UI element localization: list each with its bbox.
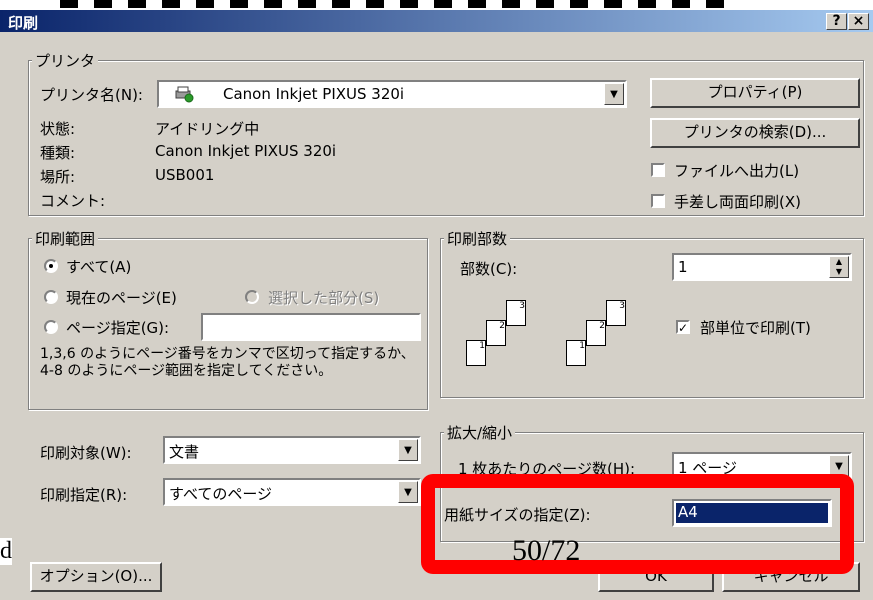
copies-count-value: 1 [678, 258, 688, 276]
print-what-value: 文書 [169, 443, 200, 461]
options-button[interactable]: オプション(O)... [30, 562, 162, 592]
page-icon: 2 [586, 320, 606, 346]
range-all-radio[interactable] [44, 259, 58, 273]
copies-group-label: 印刷部数 [444, 228, 511, 249]
page-icon: 1 [566, 340, 586, 366]
chevron-down-icon[interactable]: ▼ [398, 439, 418, 461]
range-selection-radio[interactable] [245, 290, 259, 304]
range-all-label: すべて(A) [66, 258, 132, 276]
find-printer-button[interactable]: プリンタの検索(D)... [650, 118, 860, 148]
chevron-down-icon[interactable]: ▼ [398, 481, 418, 503]
manual-duplex-label: 手差し両面印刷(X) [674, 193, 801, 211]
page-icon: 3 [506, 300, 526, 326]
copies-count-label: 部数(C): [460, 260, 518, 278]
collate-stack-1: 3 2 1 [466, 300, 536, 380]
zoom-group-label: 拡大/縮小 [444, 422, 516, 443]
printer-icon [173, 85, 195, 103]
collate-checkbox[interactable]: ✓ [676, 320, 690, 334]
comment-label: コメント: [40, 192, 106, 210]
status-label: 状態: [40, 120, 76, 138]
range-hint: 1,3,6 のようにページ番号をカンマで区切って指定するか、4-8 のようにペー… [40, 346, 415, 379]
print-spec-value: すべてのページ [169, 485, 273, 503]
spinner-icon[interactable]: ▲ ▼ [829, 256, 849, 278]
collate-stack-2: 3 2 1 [566, 300, 636, 380]
page-icon: 3 [606, 300, 626, 326]
dialog-title: 印刷 [8, 14, 39, 32]
where-value: USB001 [155, 166, 215, 184]
printer-name-combo[interactable]: Canon Inkjet PIXUS 320i ▼ [157, 80, 627, 108]
page-icon: 1 [466, 340, 486, 366]
range-pages-radio[interactable] [44, 320, 58, 334]
print-to-file-label: ファイルへ出力(L) [674, 162, 800, 180]
print-spec-label: 印刷指定(R): [40, 486, 128, 504]
page-icon: 2 [486, 320, 506, 346]
print-to-file-checkbox[interactable] [651, 163, 665, 177]
print-what-label: 印刷対象(W): [40, 444, 132, 462]
title-bar: 印刷 [0, 10, 873, 32]
printer-name-label: プリンタ名(N): [40, 86, 143, 104]
type-label: 種類: [40, 144, 76, 162]
close-button[interactable]: × [848, 13, 869, 30]
copies-count-input[interactable]: 1 ▲ ▼ [672, 253, 852, 281]
slide-number: 50/72 [512, 534, 581, 567]
manual-duplex-checkbox[interactable] [651, 194, 665, 208]
printer-group-label: プリンタ [32, 50, 99, 71]
printer-name-value: Canon Inkjet PIXUS 320i [223, 85, 405, 103]
help-button[interactable]: ? [826, 13, 847, 30]
highlight-box [421, 474, 854, 574]
range-selection-label: 選択した部分(S) [268, 289, 380, 307]
print-what-combo[interactable]: 文書 ▼ [163, 436, 421, 464]
type-value: Canon Inkjet PIXUS 320i [155, 142, 337, 160]
properties-button[interactable]: プロパティ(P) [650, 78, 860, 108]
range-pages-input[interactable] [201, 313, 421, 341]
where-label: 場所: [40, 168, 76, 186]
print-range-label: 印刷範囲 [32, 228, 99, 249]
slide-left-text: d. [0, 538, 12, 565]
range-current-label: 現在のページ(E) [66, 289, 177, 307]
range-pages-label: ページ指定(G): [66, 319, 170, 337]
print-spec-combo[interactable]: すべてのページ ▼ [163, 478, 421, 506]
chevron-down-icon[interactable]: ▼ [604, 83, 624, 105]
collate-label: 部単位で印刷(T) [700, 319, 811, 337]
status-value: アイドリング中 [155, 120, 260, 138]
range-current-radio[interactable] [44, 290, 58, 304]
